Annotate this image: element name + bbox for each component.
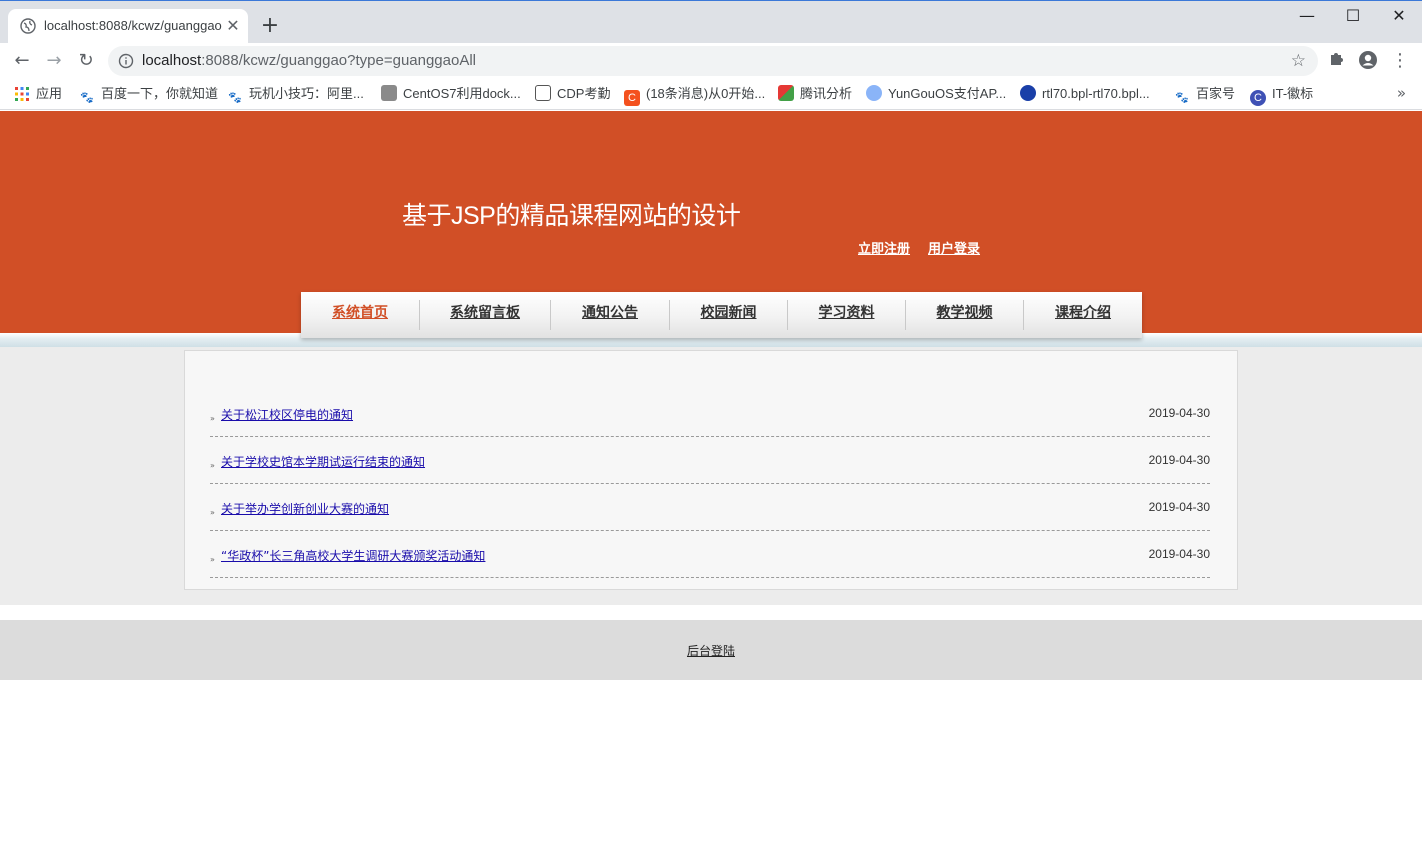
bookmark-item[interactable]: 🐾 玩机小技巧：阿里... (227, 84, 364, 104)
globe-icon (20, 18, 36, 34)
feather-icon (1020, 85, 1036, 101)
address-bar[interactable]: localhost:8088/kcwz/guanggao?type=guangg… (108, 46, 1318, 76)
bookmark-item[interactable]: rtl70.bpl-rtl70.bpl... (1020, 84, 1150, 104)
site-title: 基于JSP的精品课程网站的设计 (402, 202, 741, 230)
tab-title: localhost:8088/kcwz/guanggao?type=guangg… (44, 18, 222, 33)
bookmark-item[interactable]: C IT-徽标 (1250, 84, 1313, 106)
bullet-icon: » (210, 414, 215, 423)
register-link[interactable]: 立即注册 (858, 238, 910, 257)
browser-toolbar: ← → ↻ localhost:8088/kcwz/guanggao?type=… (0, 43, 1422, 79)
nav-course-intro[interactable]: 课程介绍 (1024, 292, 1142, 338)
bookmark-item[interactable]: YunGouOS支付AP... (866, 84, 1006, 104)
bookmark-item[interactable]: CDP考勤 (535, 84, 610, 104)
main-nav: 系统首页 系统留言板 通知公告 校园新闻 学习资料 教学视频 课程介绍 (301, 292, 1142, 338)
bookmarks-bar: 应用 🐾 百度一下，你就知道 🐾 玩机小技巧：阿里... CentOS7利用dock… (0, 79, 1422, 110)
announcement-date: 2019-04-30 (1148, 406, 1210, 420)
announcement-row: » 关于举办学创新创业大赛的通知 2019-04-30 (210, 484, 1210, 531)
site-footer: 后台登陆 (0, 620, 1422, 680)
minimize-button[interactable]: — (1284, 5, 1330, 29)
bookmark-star-icon[interactable]: ☆ (1291, 51, 1306, 71)
baidu-paw-icon: 🐾 (1175, 92, 1189, 104)
announcement-link[interactable]: 关于举办学创新创业大赛的通知 (221, 500, 389, 517)
announcement-row: » “华政杯”长三角高校大学生调研大赛颁奖活动通知 2019-04-30 (210, 531, 1210, 578)
browser-titlebar: localhost:8088/kcwz/guanggao?type=guangg… (0, 0, 1422, 44)
web-page: 基于JSP的精品课程网站的设计 立即注册 用户登录 系统首页 系统留言板 通知公… (0, 111, 1422, 865)
nav-teaching-videos[interactable]: 教学视频 (906, 292, 1023, 338)
bookmark-item[interactable]: 🐾 百家号 (1174, 84, 1235, 104)
tencent-pinwheel-icon (778, 85, 794, 101)
maximize-button[interactable]: ☐ (1330, 5, 1376, 29)
csdn-icon: C (624, 90, 640, 106)
image-icon (381, 85, 397, 101)
menu-kebab-icon[interactable]: ⋮ (1388, 50, 1412, 72)
bullet-icon: » (210, 508, 215, 517)
bookmark-item[interactable]: 腾讯分析 (778, 84, 852, 104)
url-text[interactable]: localhost:8088/kcwz/guanggao?type=guangg… (142, 52, 476, 69)
bookmark-item[interactable]: CentOS7利用dock... (381, 84, 521, 104)
baidu-paw-icon: 🐾 (228, 92, 242, 104)
extensions-puzzle-icon[interactable] (1324, 50, 1348, 72)
admin-login-link[interactable]: 后台登陆 (0, 642, 1422, 659)
announcement-panel: » 关于松江校区停电的通知 2019-04-30 » 关于学校史馆本学期试运行结… (184, 350, 1238, 590)
announcement-row: » 关于松江校区停电的通知 2019-04-30 (210, 390, 1210, 437)
bullet-icon: » (210, 555, 215, 564)
nav-guestbook[interactable]: 系统留言板 (420, 292, 550, 338)
bookmark-item[interactable]: C (18条消息)从0开始... (624, 84, 765, 106)
new-tab-button[interactable]: + (258, 14, 282, 38)
tab-close-icon[interactable]: ✕ (224, 17, 242, 35)
announcement-row: » 关于学校史馆本学期试运行结束的通知 2019-04-30 (210, 437, 1210, 484)
bookmark-item[interactable]: 🐾 百度一下，你就知道 (79, 84, 218, 104)
announcement-date: 2019-04-30 (1148, 500, 1210, 514)
login-link[interactable]: 用户登录 (928, 238, 980, 257)
announcement-link[interactable]: “华政杯”长三角高校大学生调研大赛颁奖活动通知 (221, 547, 485, 564)
announcement-date: 2019-04-30 (1148, 453, 1210, 467)
browser-tab[interactable]: localhost:8088/kcwz/guanggao?type=guangg… (8, 9, 248, 44)
back-button[interactable]: ← (8, 49, 36, 73)
announcement-link[interactable]: 关于学校史馆本学期试运行结束的通知 (221, 453, 425, 470)
forward-button[interactable]: → (40, 49, 68, 73)
circle-c-icon: C (1250, 90, 1266, 106)
image-icon (535, 85, 551, 101)
globe-icon (866, 85, 882, 101)
bookmarks-more-icon[interactable]: » (1397, 84, 1406, 102)
nav-campus-news[interactable]: 校园新闻 (670, 292, 787, 338)
nav-home[interactable]: 系统首页 (301, 292, 419, 338)
announcement-link[interactable]: 关于松江校区停电的通知 (221, 406, 353, 423)
announcement-date: 2019-04-30 (1148, 547, 1210, 561)
info-icon[interactable] (118, 53, 134, 69)
close-window-button[interactable]: ✕ (1376, 5, 1422, 29)
bookmark-item[interactable]: 应用 (14, 84, 62, 104)
reload-button[interactable]: ↻ (72, 49, 100, 73)
bullet-icon: » (210, 461, 215, 470)
baidu-paw-icon: 🐾 (80, 92, 94, 104)
nav-study-materials[interactable]: 学习资料 (788, 292, 905, 338)
nav-announcements[interactable]: 通知公告 (551, 292, 669, 338)
profile-avatar-icon[interactable] (1356, 50, 1380, 72)
apps-grid-icon (14, 87, 30, 103)
